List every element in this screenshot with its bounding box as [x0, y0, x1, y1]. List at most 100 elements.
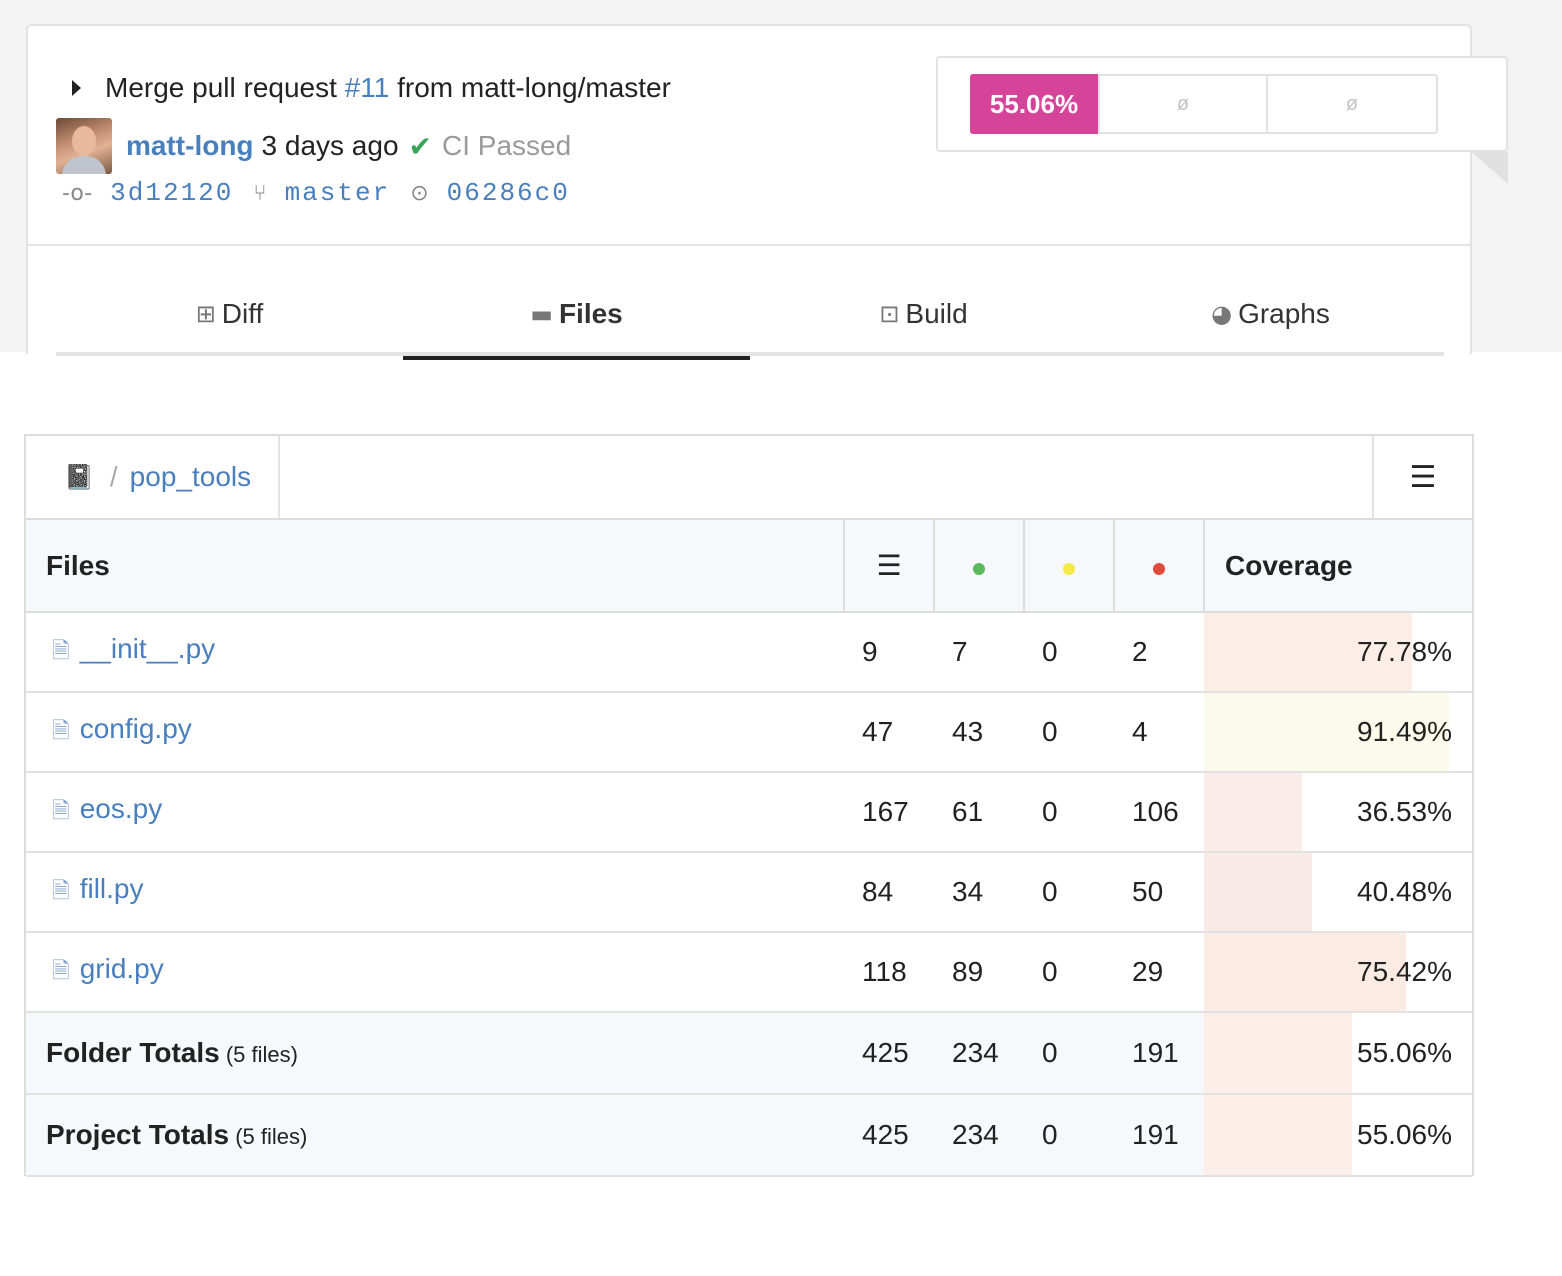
tab-files[interactable]: ▬ Files: [403, 272, 750, 360]
coverage-badge: 55.06% ø ø: [936, 56, 1508, 184]
table-row[interactable]: 🗎 fill.py 84 34 0 50 40.48%: [26, 852, 1472, 933]
coverage-cell: 55.06%: [1204, 1012, 1472, 1095]
expand-caret-icon[interactable]: [72, 80, 81, 96]
miss-dot: [1153, 562, 1165, 575]
totals-row: Project Totals (5 files) 425 234 0 191 55.06%: [26, 1094, 1472, 1177]
coverage-cell: 75.42%: [1204, 932, 1472, 1013]
file-link[interactable]: grid.py: [80, 953, 164, 984]
misses-dot-icon[interactable]: [1113, 520, 1204, 613]
lines-icon[interactable]: ☰: [843, 520, 934, 613]
lines-count: 84: [844, 852, 934, 933]
hits-count: 7: [934, 612, 1024, 693]
tab-build[interactable]: ⊡ Build: [750, 272, 1097, 356]
lines-count: 167: [844, 772, 934, 853]
partials-count: 0: [1024, 932, 1114, 1013]
partials-count: 0: [1024, 852, 1114, 933]
coverage-bar: [1204, 773, 1302, 851]
author-link[interactable]: matt-long: [126, 130, 254, 162]
totals-label: Folder Totals: [46, 1037, 220, 1068]
coverage-percent: 36.53%: [1357, 796, 1452, 827]
breadcrumb: 📓 / pop_tools ☰: [26, 436, 1472, 520]
misses-count: 29: [1114, 932, 1204, 1013]
diff-icon: ⊞: [195, 300, 216, 328]
partials-count: 0: [1024, 612, 1114, 693]
file-link[interactable]: __init__.py: [80, 633, 215, 664]
coverage-cell: 77.78%: [1204, 612, 1472, 693]
file-cell: 🗎 eos.py: [26, 772, 844, 853]
commit-message: Merge pull request #11 from matt-long/ma…: [72, 72, 671, 104]
totals-file-count: (5 files): [229, 1124, 308, 1149]
breadcrumb-separator: /: [109, 461, 118, 492]
branch-link[interactable]: master: [285, 178, 391, 208]
coverage-percent: 55.06%: [1357, 1119, 1452, 1150]
lines-count: 425: [844, 1094, 934, 1177]
coverage-cell: 36.53%: [1204, 772, 1472, 853]
list-menu-icon[interactable]: ☰: [1372, 436, 1472, 518]
tab-build-label: Build: [905, 298, 968, 329]
table-row[interactable]: 🗎 eos.py 167 61 0 106 36.53%: [26, 772, 1472, 853]
files-panel: 📓 / pop_tools ☰ Files ☰ Coverage 🗎 __init…: [24, 434, 1474, 1177]
table-row[interactable]: 🗎 __init__.py 9 7 0 2 77.78%: [26, 612, 1472, 693]
tab-diff-label: Diff: [221, 298, 264, 329]
coverage-percent: 75.42%: [1357, 956, 1452, 987]
parent-commit-icon: ⊙: [410, 180, 429, 206]
partials-dot-icon[interactable]: [1023, 520, 1114, 613]
file-cell: 🗎 config.py: [26, 692, 844, 773]
tab-graphs-label: Graphs: [1238, 298, 1330, 329]
author-row: matt-long 3 days ago ✔ CI Passed: [56, 118, 571, 174]
files-table: Files ☰ Coverage 🗎 __init__.py 9 7 0 2 77.78% 🗎…: [26, 520, 1472, 1177]
partial-dot: [1063, 562, 1075, 575]
file-cell: 🗎 fill.py: [26, 852, 844, 933]
hits-count: 89: [934, 932, 1024, 1013]
branch-icon: ⑂: [253, 180, 267, 206]
hits-count: 34: [934, 852, 1024, 933]
coverage-bar: [1204, 853, 1313, 931]
file-link[interactable]: fill.py: [80, 873, 144, 904]
book-icon[interactable]: 📓: [64, 463, 94, 491]
misses-count: 50: [1114, 852, 1204, 933]
table-row[interactable]: 🗎 grid.py 118 89 0 29 75.42%: [26, 932, 1472, 1013]
coverage-percent: 77.78%: [1357, 636, 1452, 667]
hits-count: 234: [934, 1012, 1024, 1095]
partials-count: 0: [1024, 1094, 1114, 1177]
coverage-percent: 40.48%: [1357, 876, 1452, 907]
header-files[interactable]: Files: [26, 520, 844, 613]
hit-dot: [973, 562, 985, 575]
misses-count: 191: [1114, 1094, 1204, 1177]
tab-graphs[interactable]: ◕ Graphs: [1097, 272, 1444, 356]
file-cell: 🗎 grid.py: [26, 932, 844, 1013]
breadcrumb-folder[interactable]: pop_tools: [130, 461, 251, 493]
box-icon: ⊡: [879, 300, 900, 328]
file-icon: 🗎: [52, 638, 70, 664]
coverage-cell: 91.49%: [1204, 692, 1472, 773]
parent-sha-link[interactable]: 06286c0: [447, 178, 570, 208]
sha-row: -o- 3d12120 ⑂ master ⊙ 06286c0: [62, 178, 590, 208]
totals-label: Project Totals: [46, 1119, 230, 1150]
hits-dot-icon[interactable]: [933, 520, 1024, 613]
misses-count: 106: [1114, 772, 1204, 853]
coverage-bar: [1204, 1013, 1352, 1093]
tab-bar: ⊞ Diff ▬ Files ⊡ Build ◕ Graphs: [56, 272, 1444, 360]
commit-message-prefix: Merge pull request: [105, 72, 337, 103]
file-icon: 🗎: [52, 958, 70, 984]
coverage-value: 55.06%: [970, 74, 1098, 134]
lines-count: 47: [844, 692, 934, 773]
pr-link[interactable]: #11: [345, 72, 390, 104]
coverage-cell: 40.48%: [1204, 852, 1472, 933]
file-link[interactable]: config.py: [80, 713, 192, 744]
header-coverage[interactable]: Coverage: [1203, 520, 1472, 613]
hits-count: 43: [934, 692, 1024, 773]
misses-count: 4: [1114, 692, 1204, 773]
checkmark-icon: ✔: [408, 130, 432, 162]
coverage-change: ø: [1098, 74, 1268, 134]
tab-diff[interactable]: ⊞ Diff: [56, 272, 403, 356]
coverage-cell: 55.06%: [1204, 1094, 1472, 1177]
file-link[interactable]: eos.py: [80, 793, 163, 824]
totals-label-cell: Folder Totals (5 files): [26, 1012, 844, 1095]
totals-label-cell: Project Totals (5 files): [26, 1094, 844, 1177]
table-row[interactable]: 🗎 config.py 47 43 0 4 91.49%: [26, 692, 1472, 773]
commit-sha-link[interactable]: 3d12120: [110, 178, 233, 208]
avatar[interactable]: [56, 118, 112, 174]
partials-count: 0: [1024, 1012, 1114, 1095]
totals-row: Folder Totals (5 files) 425 234 0 191 55.06%: [26, 1012, 1472, 1095]
